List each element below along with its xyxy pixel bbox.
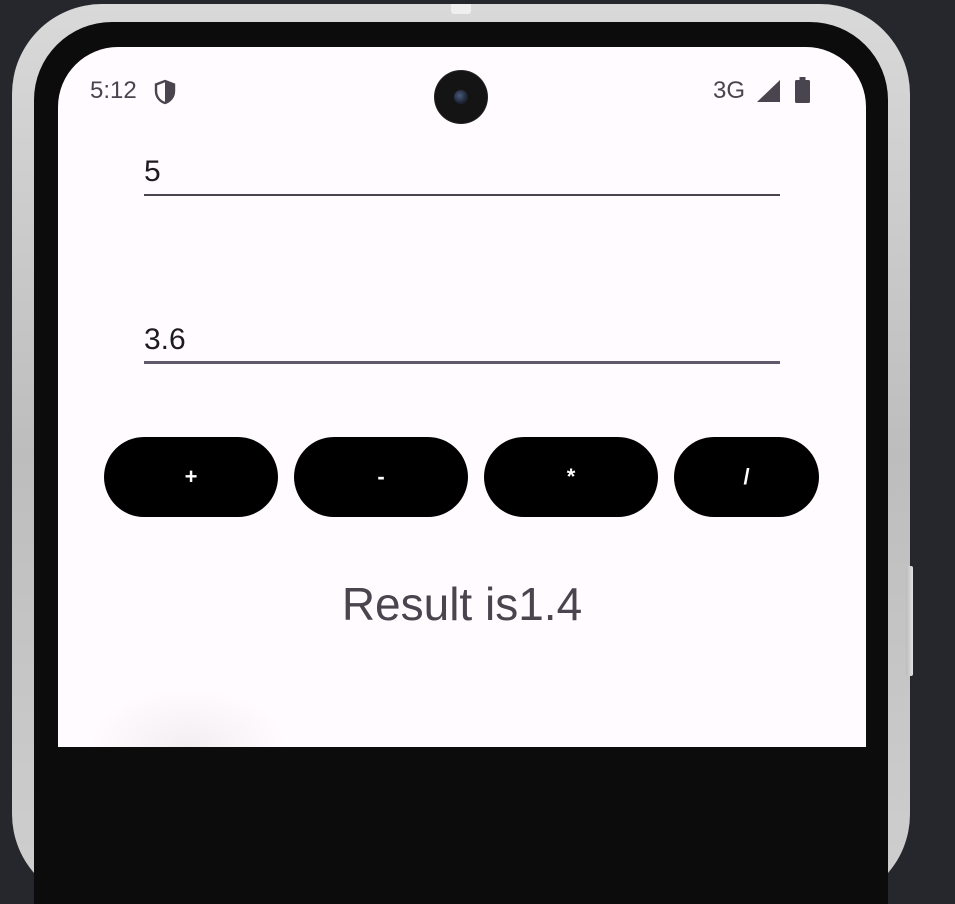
touch-indicator <box>88 687 288 747</box>
frame-top-notch <box>451 4 471 14</box>
status-time: 5:12 <box>90 77 137 104</box>
network-type: 3G <box>713 77 746 104</box>
app-screen: 5:12 3G + - * / Result is1.4 <box>58 47 866 747</box>
multiply-button[interactable]: * <box>484 437 658 517</box>
result-text: Result is1.4 <box>341 578 583 630</box>
signal-icon <box>757 80 780 102</box>
shield-icon <box>154 79 176 105</box>
add-button[interactable]: + <box>104 437 278 517</box>
front-camera <box>435 71 487 123</box>
power-button <box>906 566 913 676</box>
divide-button[interactable]: / <box>674 437 819 517</box>
second-number-input[interactable] <box>144 318 780 364</box>
battery-icon <box>795 77 810 103</box>
first-number-input[interactable] <box>144 150 780 196</box>
subtract-button[interactable]: - <box>294 437 468 517</box>
